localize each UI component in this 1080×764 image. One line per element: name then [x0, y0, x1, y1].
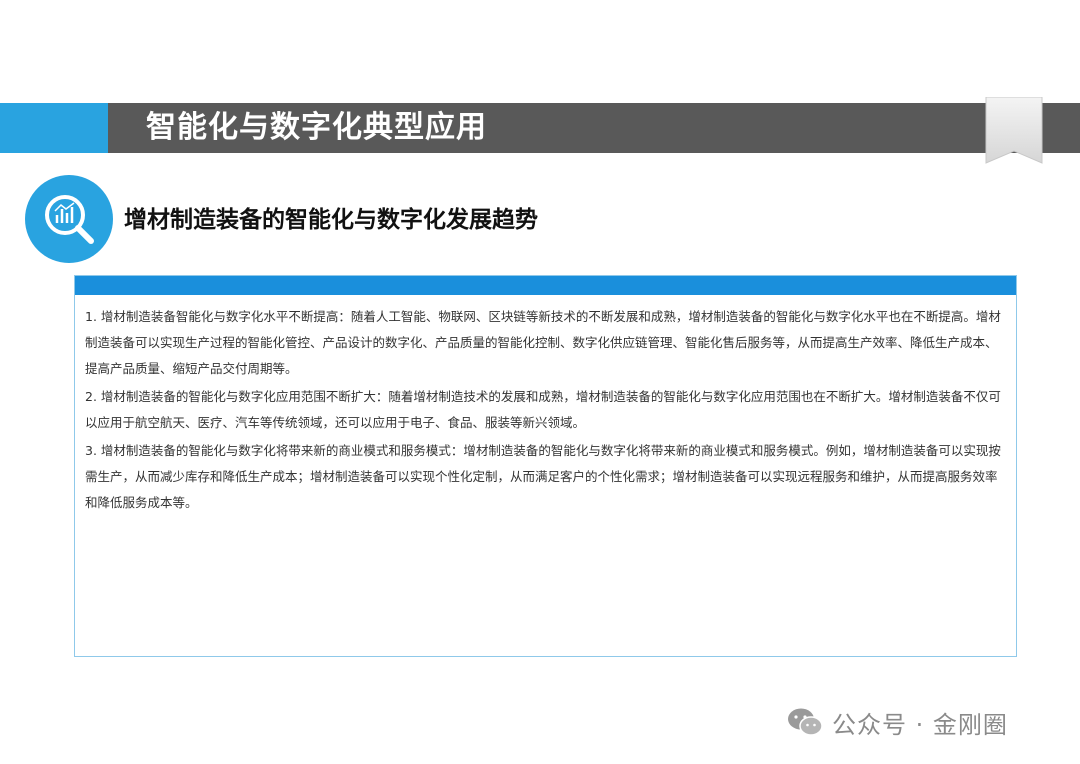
title-bar: 智能化与数字化典型应用	[0, 103, 1080, 153]
page-title: 智能化与数字化典型应用	[146, 110, 487, 145]
section-icon-circle	[25, 175, 113, 263]
section-subtitle: 增材制造装备的智能化与数字化发展趋势	[124, 207, 538, 233]
content-paragraphs: 1. 增材制造装备智能化与数字化水平不断提高：随着人工智能、物联网、区块链等新技…	[75, 295, 1016, 516]
watermark-text: 公众号 · 金刚圈	[832, 710, 1008, 739]
bookmark-icon	[985, 97, 1043, 164]
content-box-header	[75, 276, 1016, 295]
search-analytics-icon	[45, 195, 94, 244]
content-box: 1. 增材制造装备智能化与数字化水平不断提高：随着人工智能、物联网、区块链等新技…	[74, 275, 1017, 657]
paragraph-2: 2. 增材制造装备的智能化与数字化应用范围不断扩大：随着增材制造技术的发展和成熟…	[85, 389, 1001, 430]
paragraph-3: 3. 增材制造装备的智能化与数字化将带来新的商业模式和服务模式：增材制造装备的智…	[85, 443, 1001, 510]
wechat-icon	[788, 708, 823, 736]
watermark: 公众号 · 金刚圈	[786, 702, 1008, 742]
title-bar-accent	[0, 103, 108, 153]
paragraph-1: 1. 增材制造装备智能化与数字化水平不断提高：随着人工智能、物联网、区块链等新技…	[85, 309, 1001, 376]
